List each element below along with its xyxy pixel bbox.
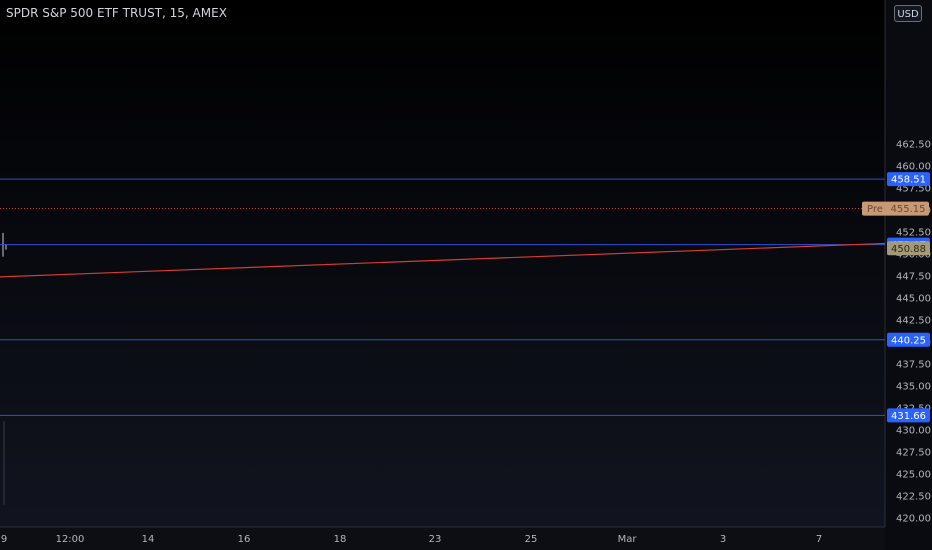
price-tick-label: 460.00 [896,162,931,173]
time-tick-label: 12:00 [56,534,85,545]
time-tick-label: 9 [1,534,7,545]
price-tick-label: 452.50 [896,228,931,239]
price-tick-label: 462.50 [896,140,931,151]
price-chart[interactable]: 420.00422.50425.00427.50430.00432.50435.… [0,0,932,550]
level-price-label: 440.25 [891,335,926,346]
price-tick-label: 437.50 [896,360,931,371]
price-tick-label: 422.50 [896,492,931,503]
time-tick-label: 18 [334,534,347,545]
time-tick-label: Mar [618,534,638,545]
level-price-label: 431.66 [891,411,926,422]
symbol-title[interactable]: SPDR S&P 500 ETF TRUST, 15, AMEX [6,6,227,20]
time-tick-label: 3 [720,534,726,545]
time-tick-label: 14 [142,534,155,545]
price-tick-label: 447.50 [896,272,931,283]
time-tick-label: 7 [816,534,822,545]
time-tick-label: 25 [525,534,538,545]
currency-badge[interactable]: USD [894,5,922,22]
pre-market-label: Pre [867,204,883,215]
price-tick-label: 442.50 [896,316,931,327]
pre-market-value: 455.15 [891,204,926,215]
level-price-label: 458.51 [891,175,926,186]
time-tick-label: 23 [429,534,442,545]
last-close-label: 450.88 [891,244,926,255]
price-tick-label: 425.00 [896,470,931,481]
time-axis-background[interactable] [0,527,885,550]
chart-background [0,0,932,550]
price-tick-label: 427.50 [896,448,931,459]
price-tick-label: 420.00 [896,514,931,525]
price-tick-label: 435.00 [896,382,931,393]
price-tick-label: 430.00 [896,426,931,437]
price-tick-label: 445.00 [896,294,931,305]
time-tick-label: 16 [238,534,251,545]
